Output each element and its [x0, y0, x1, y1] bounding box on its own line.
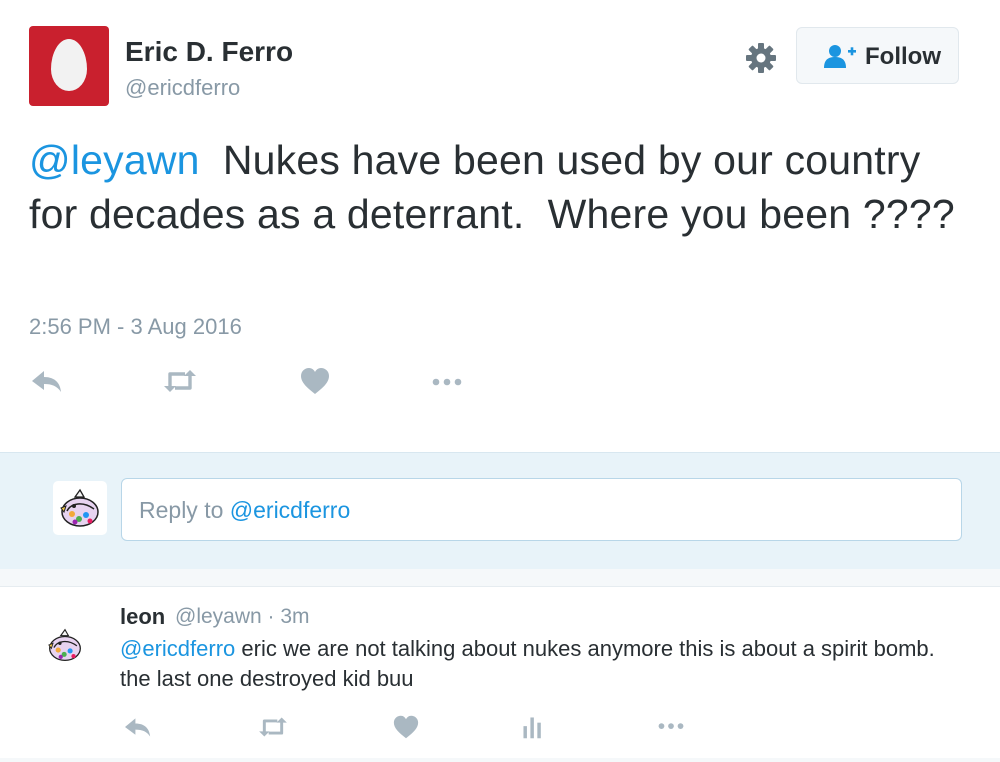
gear-icon[interactable]: [744, 41, 778, 75]
reply-author-name[interactable]: leon: [120, 604, 165, 630]
author-name[interactable]: Eric D. Ferro: [125, 36, 293, 68]
reply-input[interactable]: Reply to @ericdferro: [121, 478, 962, 541]
cartoon-bird-icon: [48, 628, 81, 661]
cartoon-bird-icon: [60, 488, 99, 527]
author-avatar[interactable]: [29, 26, 109, 106]
current-user-avatar[interactable]: [53, 481, 107, 535]
bottom-divider: [0, 758, 1000, 762]
retweet-icon[interactable]: [257, 714, 289, 740]
tweet-mention-link[interactable]: @leyawn: [29, 137, 200, 183]
reply-mention-link[interactable]: @ericdferro: [120, 636, 235, 661]
reply-author-avatar[interactable]: [42, 622, 88, 668]
retweet-icon[interactable]: [163, 366, 197, 396]
reply-placeholder-prefix: Reply to: [139, 497, 230, 523]
analytics-icon[interactable]: [517, 714, 549, 740]
reply-body: eric we are not talking about nukes anym…: [120, 636, 941, 691]
reply-author-meta[interactable]: @leyawn · 3m: [175, 605, 310, 629]
like-icon[interactable]: [390, 714, 422, 740]
follow-button[interactable]: Follow: [796, 27, 959, 84]
more-icon[interactable]: [655, 714, 687, 740]
reply-icon[interactable]: [122, 714, 154, 740]
author-handle[interactable]: @ericdferro: [125, 75, 240, 101]
reply-icon[interactable]: [30, 366, 64, 396]
reply-placeholder-mention: @ericdferro: [229, 497, 351, 523]
reply-text: @ericdferro eric we are not talking abou…: [120, 634, 940, 694]
more-icon[interactable]: [430, 366, 464, 396]
egg-icon: [51, 39, 87, 91]
tweet-text: @leyawn Nukes have been used by our coun…: [29, 133, 974, 241]
follow-person-icon: [824, 45, 856, 68]
tweet-card: Eric D. Ferro @ericdferro Follow @leyawn…: [0, 0, 1000, 452]
follow-label: Follow: [865, 43, 941, 70]
like-icon[interactable]: [298, 366, 332, 396]
divider-strip: [0, 569, 1000, 587]
tweet-timestamp[interactable]: 2:56 PM - 3 Aug 2016: [29, 314, 242, 340]
